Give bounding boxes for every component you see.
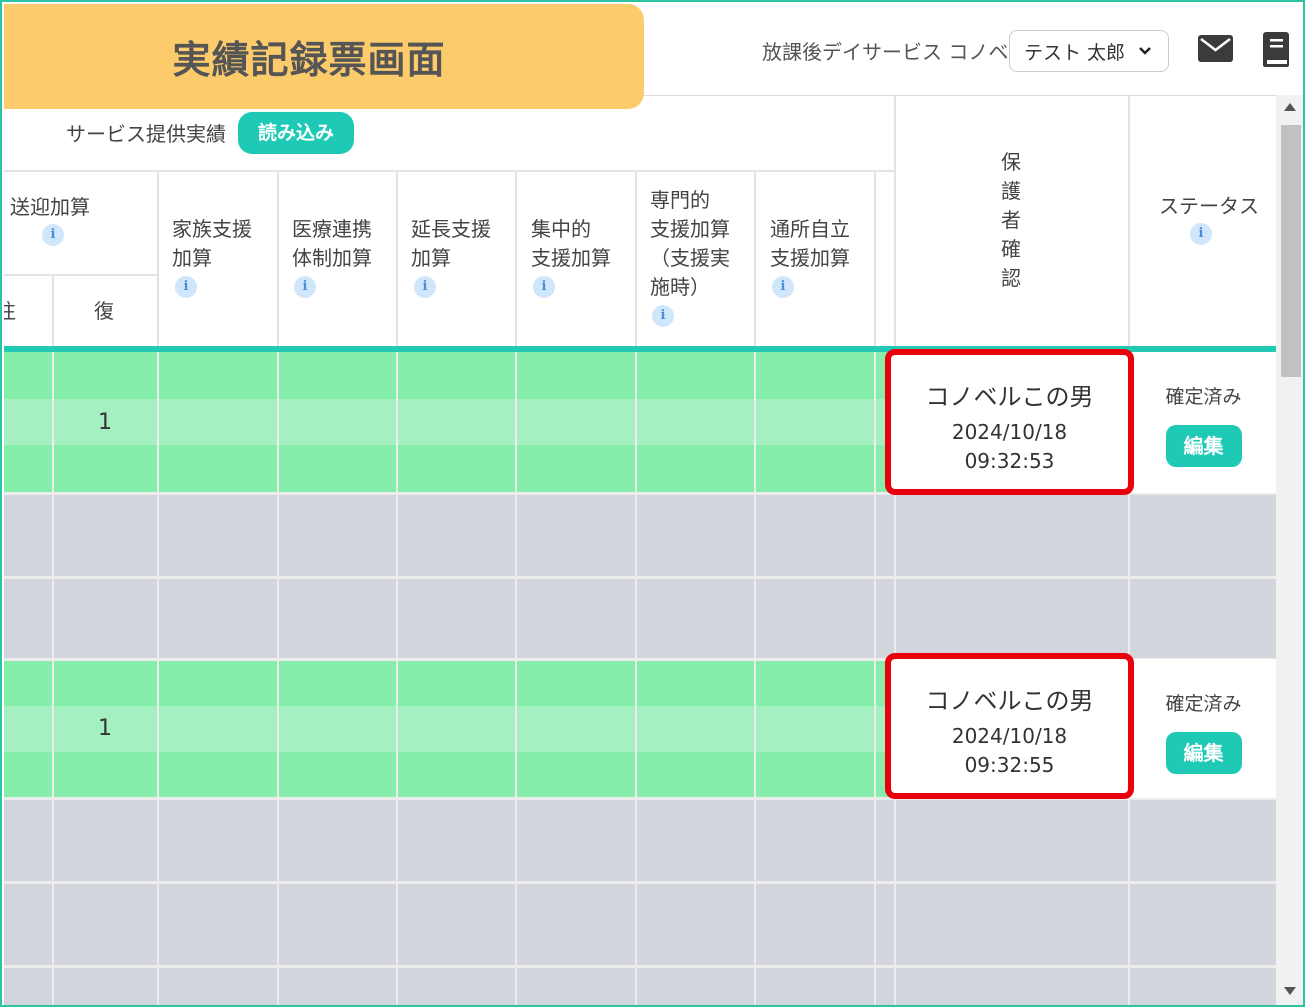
app-frame: 実績記録票画面 放課後デイサービス コノベル テスト 太郎 サービス提供実績 読… — [0, 0, 1305, 1007]
table-row[interactable] — [4, 966, 1276, 1005]
guardian-name: コノベルこの男 — [925, 383, 1094, 411]
status-cell: 確定済み 編集 — [1131, 352, 1276, 493]
header-family-support: 家族支援 加算 — [172, 217, 252, 270]
header-status: ステータス — [1159, 194, 1259, 218]
user-select-value: テスト 太郎 — [1024, 41, 1126, 64]
confirm-date: 2024/10/18 — [951, 420, 1068, 444]
title-tag: 実績記録票画面 — [4, 4, 644, 109]
record-table: サービス提供実績 読み込み 送迎加算 i 往 復 家族支援加算 i 医療連携体制… — [4, 95, 1276, 1005]
table-row[interactable] — [4, 577, 1276, 659]
table-row[interactable] — [4, 659, 894, 798]
header-guardian-confirm: 保護者確認 — [1001, 150, 1021, 290]
pickup-return-count: 1 — [98, 410, 112, 435]
status-text: 確定済み — [1165, 693, 1242, 715]
service-record-label: サービス提供実績 — [66, 122, 226, 146]
load-button[interactable]: 読み込み — [238, 112, 354, 154]
header-commute-support: 通所自立 支援加算 — [770, 217, 850, 270]
header-pickup: 送迎加算 — [10, 195, 90, 219]
info-icon[interactable]: i — [1190, 223, 1212, 245]
info-icon[interactable]: i — [414, 276, 436, 298]
table-row[interactable] — [4, 352, 894, 493]
scroll-up-arrow-icon[interactable] — [1284, 103, 1296, 111]
header-medical-coop: 医療連携 体制加算 — [292, 217, 372, 270]
title-tag-text: 実績記録票画面 — [172, 38, 446, 82]
guardian-name: コノベルこの男 — [925, 687, 1094, 715]
info-icon[interactable]: i — [772, 276, 794, 298]
info-icon[interactable]: i — [294, 276, 316, 298]
header-pickup-outbound: 往 — [4, 297, 16, 326]
mail-icon[interactable] — [1198, 35, 1233, 62]
header-specialist-support: 専門的 支援加算 （支援実 施時） — [650, 188, 730, 299]
status-cell: 確定済み 編集 — [1131, 659, 1276, 798]
scrollbar-thumb[interactable] — [1281, 125, 1301, 377]
status-text: 確定済み — [1165, 386, 1242, 408]
header-pickup-return: 復 — [94, 299, 114, 323]
facility-name: 放課後デイサービス コノベル — [762, 40, 1029, 64]
header-extension-support: 延長支援 加算 — [411, 217, 491, 270]
scroll-down-arrow-icon[interactable] — [1284, 987, 1296, 995]
table-row[interactable] — [4, 798, 1276, 882]
confirm-date: 2024/10/18 — [951, 724, 1068, 748]
info-icon[interactable]: i — [652, 305, 674, 327]
info-icon[interactable]: i — [42, 224, 64, 246]
table-row[interactable] — [4, 882, 1276, 966]
guardian-confirmation-highlight: コノベルこの男 2024/10/18 09:32:55 — [885, 653, 1134, 799]
confirm-time: 09:32:53 — [964, 449, 1055, 473]
chevron-down-icon — [1139, 47, 1151, 55]
info-icon[interactable]: i — [175, 276, 197, 298]
pickup-return-count: 1 — [98, 716, 112, 741]
user-select[interactable]: テスト 太郎 — [1009, 30, 1169, 72]
header-intensive-support: 集中的 支援加算 — [531, 217, 611, 270]
guardian-confirmation-highlight: コノベルこの男 2024/10/18 09:32:53 — [885, 349, 1134, 495]
table-row[interactable] — [4, 493, 1276, 577]
info-icon[interactable]: i — [533, 276, 555, 298]
vertical-scrollbar[interactable] — [1276, 95, 1303, 1005]
manual-book-icon[interactable] — [1261, 32, 1291, 67]
confirm-time: 09:32:55 — [964, 753, 1055, 777]
edit-button[interactable]: 編集 — [1165, 732, 1242, 774]
edit-button[interactable]: 編集 — [1165, 425, 1242, 467]
